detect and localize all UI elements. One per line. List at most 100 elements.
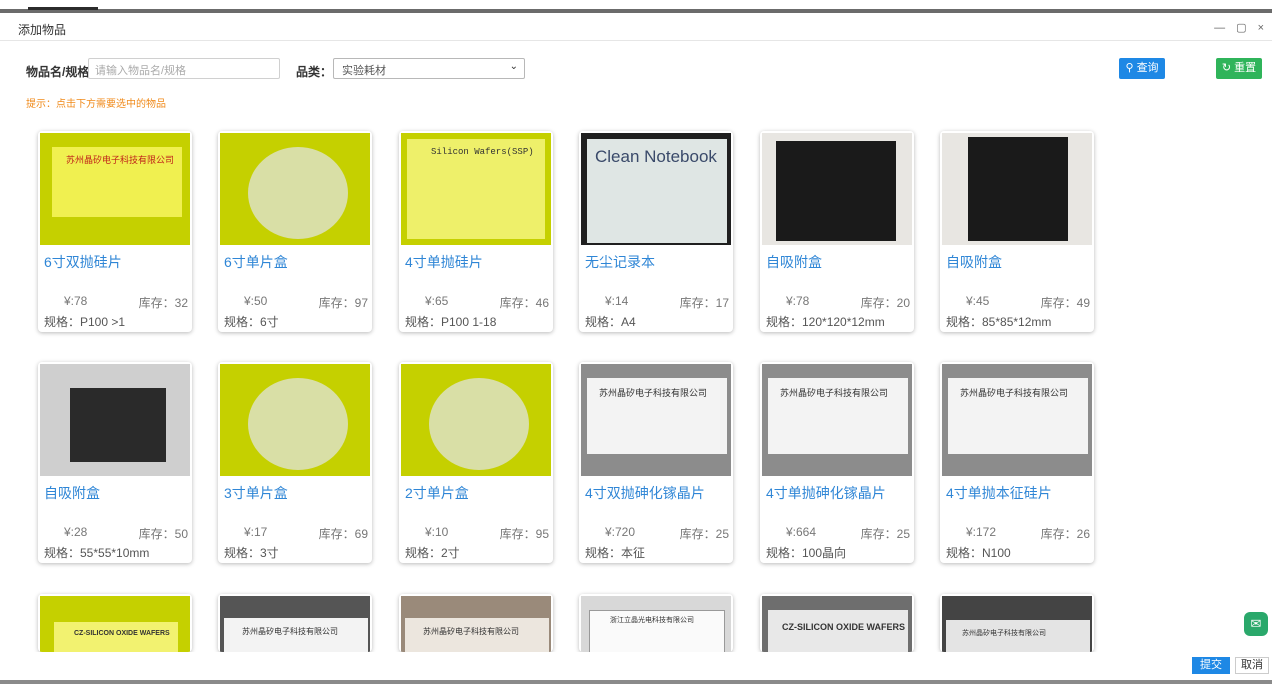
item-stock: 库存：20 xyxy=(860,296,910,310)
item-price: ¥:45 xyxy=(966,294,990,308)
item-card[interactable]: 苏州晶矽电子科技有限公司 xyxy=(399,594,553,652)
item-card[interactable]: 6寸单片盒 ¥:50 库存：97 规格：6寸 xyxy=(218,131,372,332)
category-selected-value: 实验耗材 xyxy=(342,65,386,77)
item-stock: 库存：17 xyxy=(679,296,729,310)
item-card[interactable]: 浙江立晶光电科技有限公司 xyxy=(579,594,733,652)
active-tab-indicator[interactable] xyxy=(28,7,98,10)
gel-box-shape xyxy=(968,137,1068,241)
item-image xyxy=(401,364,551,476)
dialog-footer: 提交 取消 xyxy=(0,652,1272,684)
image-label-text: 苏州晶矽电子科技有限公司 xyxy=(962,630,1046,637)
item-spec: 规格：120*120*12mm xyxy=(766,315,885,329)
item-price: ¥:50 xyxy=(244,294,268,308)
item-spec: 规格：2寸 xyxy=(405,546,460,560)
notebook-cover: Clean Notebook xyxy=(587,139,727,243)
item-name: 无尘记录本 xyxy=(585,254,655,270)
gel-box-shape xyxy=(70,388,166,462)
item-card[interactable]: 3寸单片盒 ¥:17 库存：69 规格：3寸 xyxy=(218,362,372,563)
item-card[interactable]: 苏州晶矽电子科技有限公司 6寸双抛硅片 ¥:78 库存：32 规格：P100 >… xyxy=(38,131,192,332)
item-image xyxy=(220,364,370,476)
item-stock: 库存：95 xyxy=(499,527,549,541)
item-name: 自吸附盒 xyxy=(44,485,100,501)
item-spec: 规格：P100 1-18 xyxy=(405,315,497,329)
item-spec: 规格：100晶向 xyxy=(766,546,847,560)
item-card[interactable]: 苏州晶矽电子科技有限公司 4寸单抛本征硅片 ¥:172 库存：26 规格：N10… xyxy=(940,362,1094,563)
bottom-divider xyxy=(0,680,1272,684)
image-label-text: 苏州晶矽电子科技有限公司 xyxy=(66,155,175,165)
item-card[interactable]: 自吸附盒 ¥:78 库存：20 规格：120*120*12mm xyxy=(760,131,914,332)
item-spec: 规格：55*55*10mm xyxy=(44,546,150,560)
item-image: 苏州晶矽电子科技有限公司 xyxy=(220,596,370,652)
label-paper: 浙江立晶光电科技有限公司 xyxy=(589,610,725,652)
category-select[interactable]: 实验耗材 ⌄ xyxy=(333,58,525,79)
item-image: CZ-SILICON OXIDE WAFERS xyxy=(40,596,190,652)
item-image: 苏州晶矽电子科技有限公司 xyxy=(40,133,190,245)
item-card[interactable]: Clean Notebook 无尘记录本 ¥:14 库存：17 规格：A4 xyxy=(579,131,733,332)
window-controls[interactable]: — ▢ × xyxy=(1214,21,1268,34)
cancel-button[interactable]: 取消 xyxy=(1235,657,1269,674)
dialog-titlebar: 添加物品 — ▢ × xyxy=(0,15,1272,41)
item-name: 自吸附盒 xyxy=(766,254,822,270)
item-card[interactable]: 2寸单片盒 ¥:10 库存：95 规格：2寸 xyxy=(399,362,553,563)
item-spec: 规格：P100 >1 xyxy=(44,315,126,329)
item-card[interactable]: 苏州晶矽电子科技有限公司 4寸单抛砷化镓晶片 ¥:664 库存：25 规格：10… xyxy=(760,362,914,563)
item-card[interactable]: 苏州晶矽电子科技有限公司 xyxy=(940,594,1094,652)
image-label-text: 苏州晶矽电子科技有限公司 xyxy=(599,388,708,398)
image-label-text: Clean Notebook xyxy=(595,147,717,166)
item-card[interactable]: 自吸附盒 ¥:45 库存：49 规格：85*85*12mm xyxy=(940,131,1094,332)
item-name: 6寸双抛硅片 xyxy=(44,254,122,270)
label-paper: 苏州晶矽电子科技有限公司 xyxy=(768,378,908,454)
gel-box-shape xyxy=(776,141,896,241)
item-image xyxy=(220,133,370,245)
name-label: 物品名/规格 xyxy=(26,65,90,79)
wafer-box-shape xyxy=(248,378,348,470)
top-tab-bar xyxy=(0,0,1272,14)
name-search-input[interactable]: 请输入物品名/规格 xyxy=(88,58,280,79)
item-price: ¥:65 xyxy=(425,294,449,308)
category-label: 品类： xyxy=(296,65,333,79)
query-button-label: 查询 xyxy=(1136,62,1159,74)
item-name: 4寸单抛本征硅片 xyxy=(946,485,1052,501)
label-paper: 苏州晶矽电子科技有限公司 xyxy=(587,378,727,454)
reset-button[interactable]: ↻ 重置 xyxy=(1216,58,1262,79)
image-label-text: Silicon Wafers(SSP) xyxy=(431,147,534,157)
item-name: 4寸单抛砷化镓晶片 xyxy=(766,485,886,501)
dialog-title: 添加物品 xyxy=(18,23,67,37)
submit-button[interactable]: 提交 xyxy=(1192,657,1230,674)
image-label-text: 苏州晶矽电子科技有限公司 xyxy=(242,627,338,636)
item-card[interactable]: Silicon Wafers(SSP) 4寸单抛硅片 ¥:65 库存：46 规格… xyxy=(399,131,553,332)
image-label-text: 浙江立晶光电科技有限公司 xyxy=(610,617,694,624)
wafer-box-shape xyxy=(429,378,529,470)
query-button[interactable]: ⚲ 查询 xyxy=(1119,58,1165,79)
item-price: ¥:172 xyxy=(966,525,997,539)
label-paper: 苏州晶矽电子科技有限公司 xyxy=(948,378,1088,454)
reset-button-label: 重置 xyxy=(1234,62,1257,74)
item-image xyxy=(762,133,912,245)
item-card[interactable]: CZ-SILICON OXIDE WAFERS xyxy=(38,594,192,652)
label-paper: 苏州晶矽电子科技有限公司 xyxy=(946,620,1090,652)
item-name: 3寸单片盒 xyxy=(224,485,288,501)
item-stock: 库存：50 xyxy=(138,527,188,541)
item-spec: 规格：N100 xyxy=(946,546,1011,560)
chat-support-icon[interactable]: ✉ xyxy=(1244,612,1268,636)
image-label-text: CZ-SILICON OXIDE WAFERS xyxy=(782,622,906,632)
item-spec: 规格：A4 xyxy=(585,315,636,329)
item-card[interactable]: 苏州晶矽电子科技有限公司 4寸双抛砷化镓晶片 ¥:720 库存：25 规格：本征 xyxy=(579,362,733,563)
item-stock: 库存：32 xyxy=(138,296,188,310)
item-name: 6寸单片盒 xyxy=(224,254,288,270)
item-price: ¥:664 xyxy=(786,525,817,539)
hint-text: 提示：点击下方需要选中的物品 xyxy=(26,99,166,110)
item-image xyxy=(942,133,1092,245)
item-card[interactable]: 自吸附盒 ¥:28 库存：50 规格：55*55*10mm xyxy=(38,362,192,563)
chevron-down-icon: ⌄ xyxy=(509,61,518,72)
item-price: ¥:28 xyxy=(64,525,88,539)
image-label-text: CZ-SILICON OXIDE WAFERS xyxy=(74,630,170,637)
item-image: 浙江立晶光电科技有限公司 xyxy=(581,596,731,652)
item-card[interactable]: 苏州晶矽电子科技有限公司 xyxy=(218,594,372,652)
item-name: 自吸附盒 xyxy=(946,254,1002,270)
item-spec: 规格：3寸 xyxy=(224,546,279,560)
item-card[interactable]: CZ-SILICON OXIDE WAFERS xyxy=(760,594,914,652)
label-sheet: 苏州晶矽电子科技有限公司 xyxy=(52,147,182,217)
image-label-text: 苏州晶矽电子科技有限公司 xyxy=(960,388,1069,398)
item-name: 4寸双抛砷化镓晶片 xyxy=(585,485,705,501)
